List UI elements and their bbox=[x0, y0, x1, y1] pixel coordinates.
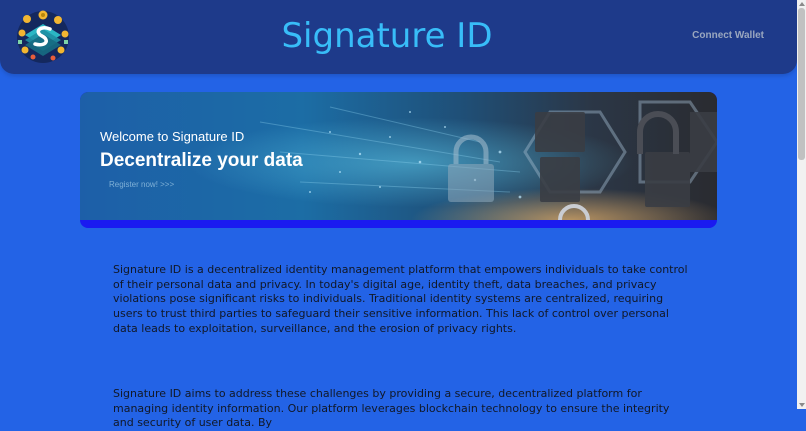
scroll-down-icon[interactable] bbox=[799, 403, 805, 407]
site-title: Signature ID bbox=[281, 16, 493, 56]
scrollbar-thumb[interactable] bbox=[798, 8, 805, 160]
hero-image: Welcome to Signature ID Decentralize you… bbox=[80, 92, 717, 220]
site-header: Signature ID Connect Wallet bbox=[0, 0, 797, 74]
page-scrollbar[interactable] bbox=[797, 0, 806, 409]
connect-wallet-button[interactable]: Connect Wallet bbox=[692, 30, 764, 41]
intro-paragraph: Signature ID is a decentralized identity… bbox=[113, 263, 688, 335]
hero-welcome-text: Welcome to Signature ID bbox=[100, 129, 245, 144]
hero-headline: Decentralize your data bbox=[100, 150, 303, 171]
register-now-link[interactable]: Register now! >>> bbox=[109, 180, 174, 189]
hero-banner: Welcome to Signature ID Decentralize you… bbox=[80, 92, 717, 228]
mission-paragraph: Signature ID aims to address these chall… bbox=[113, 387, 670, 430]
scroll-up-icon[interactable] bbox=[799, 2, 805, 6]
